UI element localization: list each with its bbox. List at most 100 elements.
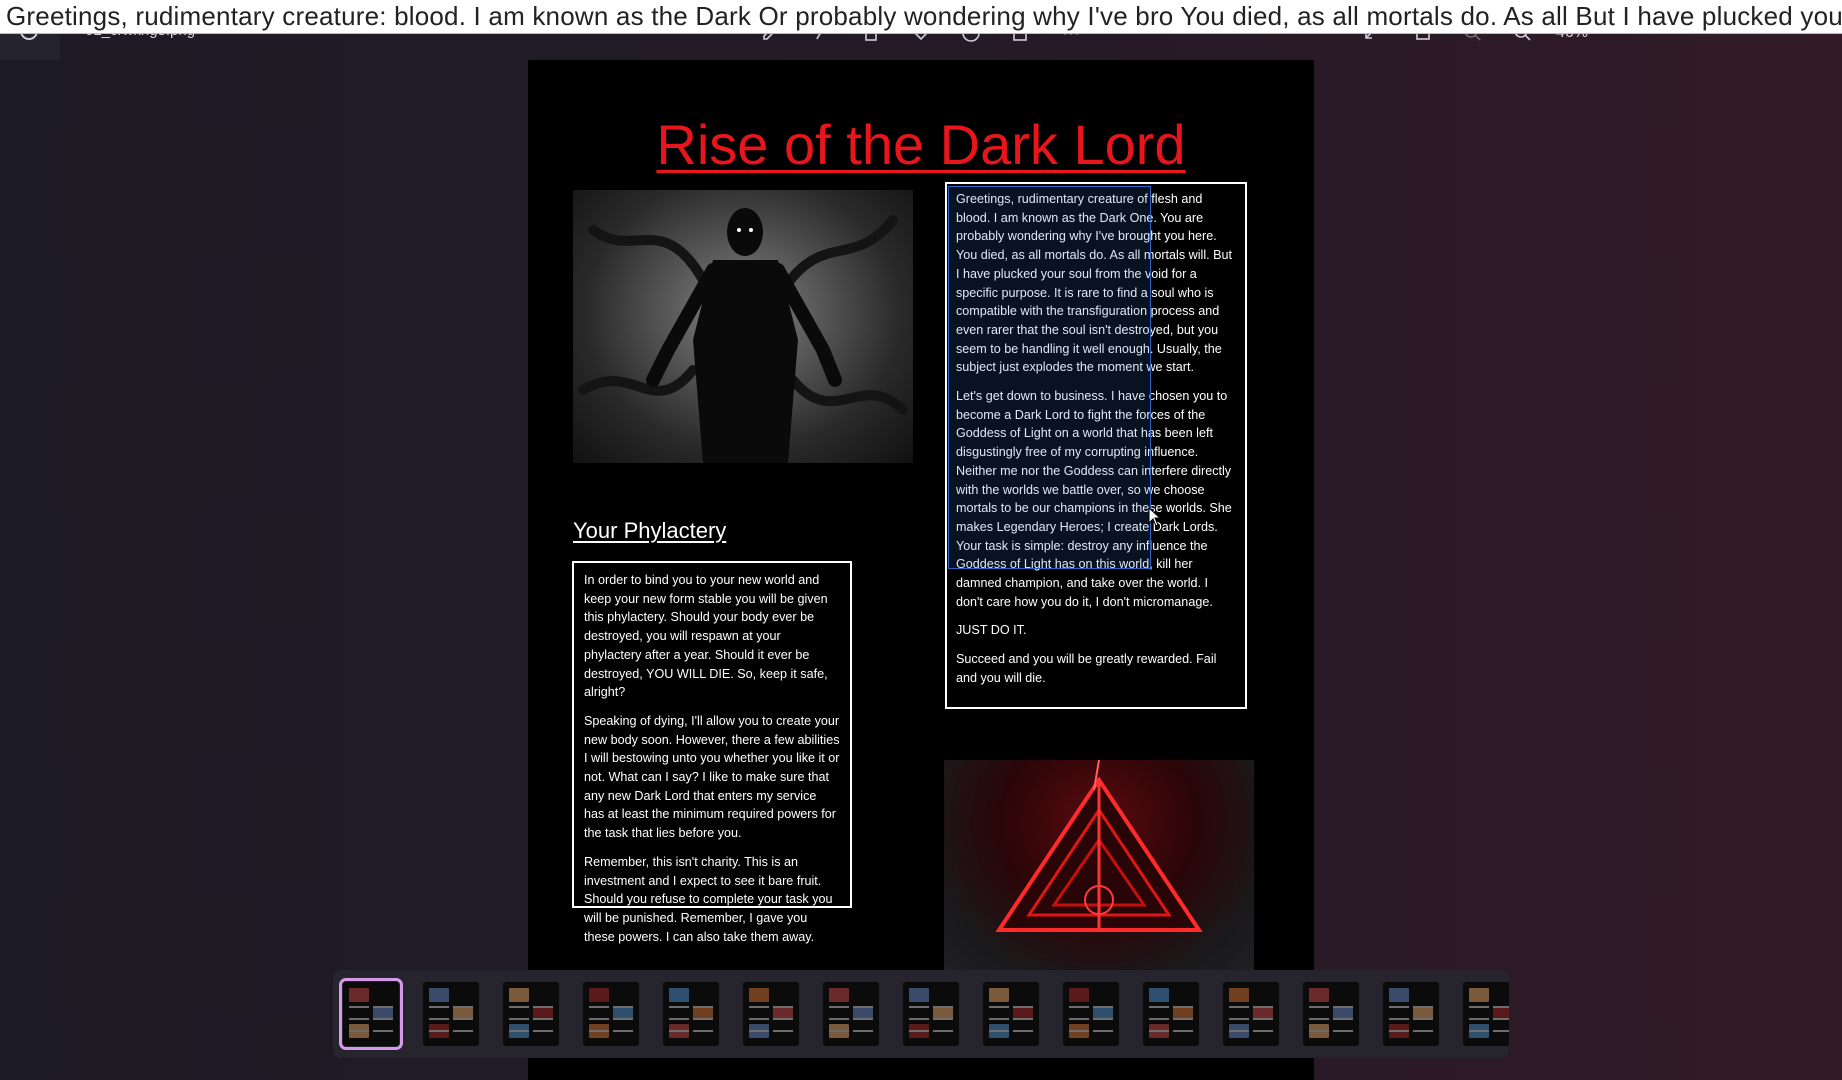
thumbnail-text-line: [1229, 1030, 1249, 1032]
thumbnail-text-line: [1333, 1030, 1353, 1032]
page-thumbnail[interactable]: [339, 978, 403, 1050]
page-thumbnail[interactable]: [1383, 982, 1439, 1046]
thumbnail-text-line: [453, 1030, 473, 1032]
thumbnail-text-line: [909, 1006, 929, 1008]
thumbnail-text-line: [429, 1006, 449, 1008]
thumbnail-text-line: [909, 1030, 929, 1032]
thumbnail-text-line: [669, 1006, 689, 1008]
thumbnail-preview: [669, 988, 689, 1002]
mouse-cursor-icon: [1148, 507, 1162, 527]
thumbnail-text-line: [773, 1030, 793, 1032]
thumbnail-text-line: [453, 1018, 473, 1020]
intro-paragraph: JUST DO IT.: [956, 623, 1027, 638]
thumbnail-strip: [333, 970, 1509, 1058]
thumbnail-text-line: [1253, 1006, 1273, 1008]
thumbnail-text-line: [1389, 1030, 1409, 1032]
thumbnail-text-line: [509, 1006, 529, 1008]
thumbnail-text-line: [1493, 1006, 1509, 1008]
thumbnail-preview: [429, 988, 449, 1002]
intro-paragraph: Succeed and you will be greatly rewarded…: [956, 652, 1217, 685]
thumbnail-text-line: [1093, 1030, 1113, 1032]
thumbnail-text-line: [1013, 1030, 1033, 1032]
thumbnail-text-line: [1149, 1006, 1169, 1008]
page-thumbnail[interactable]: [983, 982, 1039, 1046]
thumbnail-text-line: [1173, 1018, 1193, 1020]
thumbnail-preview: [1389, 988, 1409, 1002]
page-title: Rise of the Dark Lord: [656, 113, 1186, 176]
thumbnail-text-line: [1069, 1018, 1089, 1020]
page-thumbnail[interactable]: [503, 982, 559, 1046]
thumbnail-text-line: [533, 1006, 553, 1008]
thumbnail-text-line: [1469, 1030, 1489, 1032]
thumbnail-text-line: [613, 1018, 633, 1020]
phylactery-image: [944, 760, 1254, 970]
thumbnail-text-line: [613, 1006, 633, 1008]
thumbnail-text-line: [749, 1018, 769, 1020]
thumbnail-text-line: [349, 1018, 369, 1020]
thumbnail-text-line: [853, 1018, 873, 1020]
thumbnail-text-line: [1389, 1018, 1409, 1020]
ocr-text: Greetings, rudimentary creature: blood. …: [6, 1, 1842, 31]
thumbnail-text-line: [693, 1006, 713, 1008]
thumbnail-text-line: [1469, 1006, 1489, 1008]
phylactery-text-box: In order to bind you to your new world a…: [572, 561, 852, 944]
thumbnail-text-line: [1093, 1018, 1113, 1020]
ocr-text-overlay: Greetings, rudimentary creature: blood. …: [0, 0, 1842, 34]
thumbnail-text-line: [773, 1006, 793, 1008]
thumbnail-text-line: [1413, 1006, 1433, 1008]
page-thumbnail[interactable]: [1143, 982, 1199, 1046]
thumbnail-text-line: [1389, 1006, 1409, 1008]
thumbnail-preview: [509, 988, 529, 1002]
thumbnail-preview: [829, 988, 849, 1002]
thumbnail-preview: [1069, 988, 1089, 1002]
page-thumbnail[interactable]: [423, 982, 479, 1046]
thumbnail-text-line: [749, 1006, 769, 1008]
thumbnail-text-line: [1493, 1030, 1509, 1032]
thumbnail-text-line: [1149, 1018, 1169, 1020]
page-thumbnail[interactable]: [823, 982, 879, 1046]
thumbnail-text-line: [669, 1030, 689, 1032]
thumbnail-text-line: [693, 1030, 713, 1032]
thumbnail-preview: [749, 988, 769, 1002]
thumbnail-text-line: [829, 1030, 849, 1032]
thumbnail-text-line: [349, 1006, 369, 1008]
page-thumbnail[interactable]: [903, 982, 959, 1046]
thumbnail-text-line: [373, 1006, 393, 1008]
thumbnail-preview: [349, 988, 369, 1002]
intro-paragraph: Greetings, rudimentary creature of flesh…: [956, 192, 1233, 375]
page-thumbnail[interactable]: [1303, 982, 1359, 1046]
thumbnail-text-line: [509, 1030, 529, 1032]
page-thumbnail[interactable]: [583, 982, 639, 1046]
thumbnail-text-line: [1229, 1006, 1249, 1008]
thumbnail-text-line: [853, 1006, 873, 1008]
thumbnail-text-line: [589, 1018, 609, 1020]
phylactery-paragraph: Remember, this isn't charity. This is an…: [584, 854, 833, 944]
thumbnail-preview: [1229, 988, 1249, 1002]
thumbnail-preview: [1469, 988, 1489, 1002]
thumbnail-text-line: [773, 1018, 793, 1020]
thumbnail-text-line: [1069, 1030, 1089, 1032]
thumbnail-text-line: [829, 1006, 849, 1008]
thumbnail-text-line: [1413, 1018, 1433, 1020]
thumbnail-text-line: [933, 1030, 953, 1032]
thumbnail-text-line: [1493, 1018, 1509, 1020]
page-thumbnail[interactable]: [1463, 982, 1509, 1046]
thumbnail-text-line: [1253, 1030, 1273, 1032]
thumbnail-text-line: [989, 1006, 1009, 1008]
thumbnail-preview: [1149, 988, 1169, 1002]
thumbnail-text-line: [533, 1030, 553, 1032]
page-thumbnail[interactable]: [743, 982, 799, 1046]
page-thumbnail[interactable]: [1223, 982, 1279, 1046]
thumbnail-text-line: [1309, 1006, 1329, 1008]
dark-lord-image: [573, 190, 913, 463]
thumbnail-text-line: [533, 1018, 553, 1020]
thumbnail-preview: [989, 988, 1009, 1002]
thumbnail-text-line: [933, 1006, 953, 1008]
thumbnail-text-line: [1229, 1018, 1249, 1020]
section-heading: Your Phylactery: [573, 518, 727, 543]
page-thumbnail[interactable]: [663, 982, 719, 1046]
thumbnail-preview: [909, 988, 929, 1002]
page-thumbnail[interactable]: [1063, 982, 1119, 1046]
thumbnail-text-line: [693, 1018, 713, 1020]
thumbnail-text-line: [669, 1018, 689, 1020]
